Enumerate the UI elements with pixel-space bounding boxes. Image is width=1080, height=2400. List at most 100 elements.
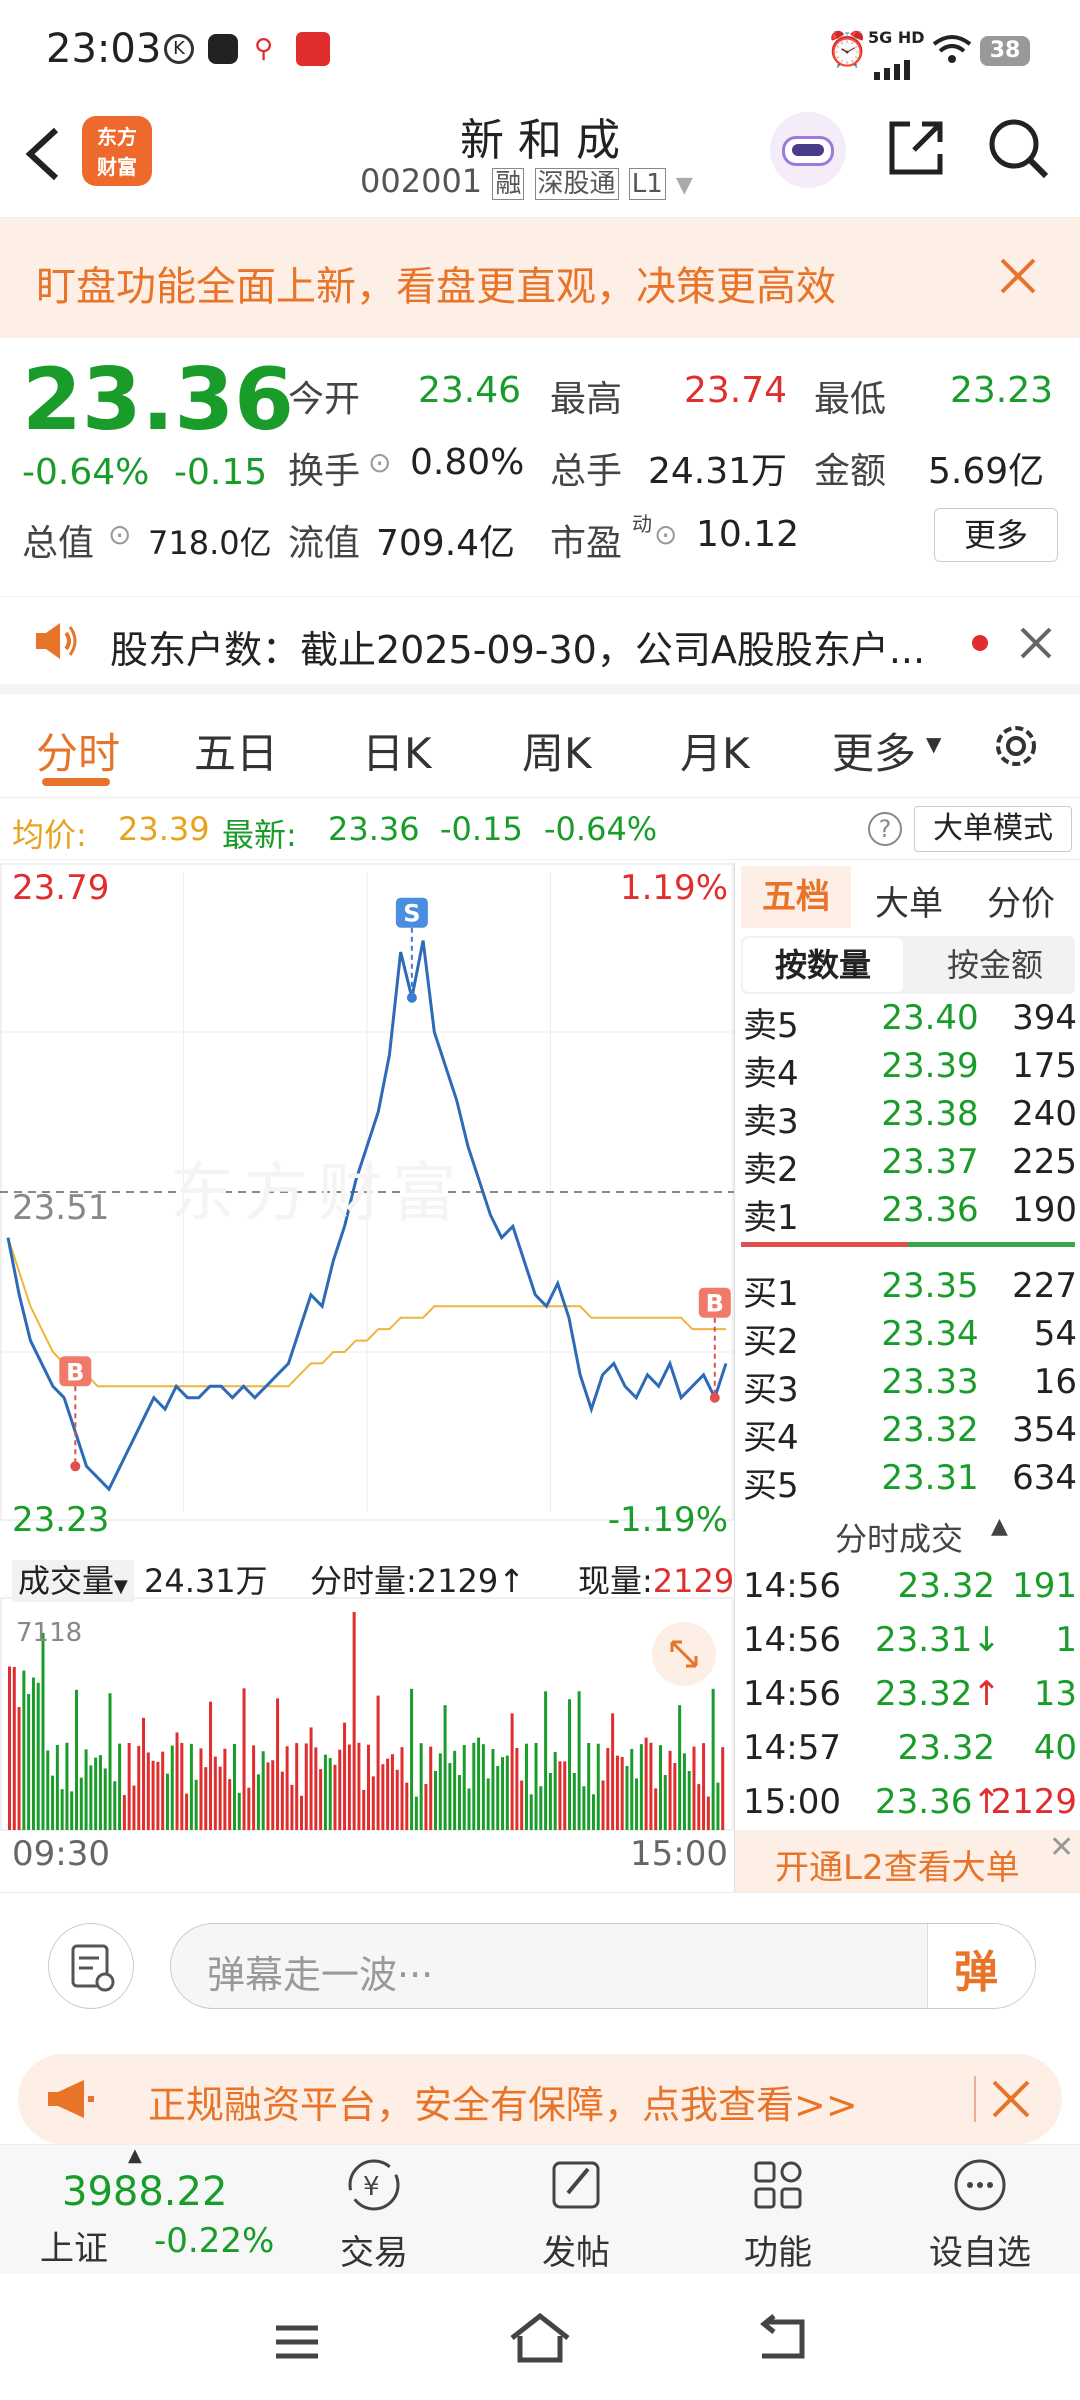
- location-icon: ⚲: [254, 34, 274, 64]
- big-order-mode-button[interactable]: 大单模式: [914, 806, 1072, 852]
- danmu-settings-icon[interactable]: [48, 1923, 134, 2009]
- tick-trades-title[interactable]: 分时成交: [835, 1514, 963, 1560]
- volume-bar: [142, 1717, 146, 1830]
- pe-info-icon[interactable]: ⊙: [654, 518, 677, 551]
- dropdown-icon[interactable]: ▼: [676, 173, 693, 198]
- volume-bar: [132, 1785, 136, 1830]
- tab-monthly-k[interactable]: 月K: [680, 720, 750, 781]
- bid-level-name: 买2: [743, 1322, 799, 1362]
- close-icon[interactable]: [996, 254, 1040, 302]
- home-icon[interactable]: [508, 2312, 572, 2368]
- ask-level-row[interactable]: 卖5 23.40 394: [735, 998, 1080, 1046]
- l2-close-icon[interactable]: ✕: [1049, 1830, 1074, 1865]
- danmu-send-button[interactable]: 弹: [927, 1924, 1035, 2008]
- volume-selector[interactable]: 成交量▼: [12, 1560, 134, 1602]
- volume-bar: [644, 1737, 648, 1830]
- x-axis-start: 09:30: [12, 1834, 110, 1874]
- tick-time: 15:00: [743, 1782, 841, 1822]
- ask-level-price: 23.38: [881, 1094, 979, 1134]
- search-icon[interactable]: [986, 116, 1052, 186]
- tab-intraday[interactable]: 分时: [36, 720, 120, 781]
- settings-gear-icon[interactable]: [988, 718, 1044, 778]
- volume-bar: [591, 1794, 595, 1830]
- bid-level-row[interactable]: 买3 23.33 16: [735, 1362, 1080, 1410]
- volume-bar: [491, 1749, 495, 1830]
- nav-trade[interactable]: ¥ 交易: [294, 2145, 454, 2275]
- promo-banner[interactable]: 正规融资平台，安全有保障，点我查看>>: [18, 2054, 1062, 2144]
- volume-bar: [218, 1766, 222, 1830]
- tick-trades-sort-icon[interactable]: ▲: [991, 1514, 1008, 1539]
- share-icon[interactable]: [884, 116, 948, 184]
- ask-level-row[interactable]: 卖1 23.36 190: [735, 1190, 1080, 1238]
- stock-name: 新 和 成: [460, 115, 620, 166]
- volume-bar: [630, 1749, 634, 1830]
- news-ticker[interactable]: 股东户数：截止2025-09-30，公司A股股东户...: [0, 596, 1080, 694]
- assistant-avatar[interactable]: [770, 112, 846, 188]
- volume-bar: [649, 1742, 653, 1830]
- volume-bar: [481, 1744, 485, 1830]
- danmu-input[interactable]: 弹幕走一波··· 弹: [170, 1923, 1036, 2009]
- mktcap-label: 总值: [22, 523, 95, 564]
- volume-bar: [510, 1713, 514, 1830]
- volume-bar: [611, 1713, 615, 1830]
- book-tab-five-levels[interactable]: 五档: [741, 866, 851, 928]
- tab-daily-k[interactable]: 日K: [362, 720, 432, 781]
- back-icon[interactable]: [20, 124, 64, 188]
- ask-level-row[interactable]: 卖3 23.38 240: [735, 1094, 1080, 1142]
- nav-functions[interactable]: 功能: [698, 2145, 858, 2275]
- notice-text: 盯盘功能全面上新，看盘更直观，决策更高效: [36, 264, 836, 310]
- volume-bar: [429, 1746, 433, 1830]
- chart-info-line: 均价: 23.39 最新: 23.36 -0.15 -0.64% ? 大单模式: [0, 798, 1080, 860]
- volume-bar: [8, 1666, 11, 1830]
- subtab-by-quantity[interactable]: 按数量: [743, 938, 903, 992]
- bid-level-row[interactable]: 买2 23.34 54: [735, 1314, 1080, 1362]
- bid-level-row[interactable]: 买4 23.32 354: [735, 1410, 1080, 1458]
- y-axis-top: 23.79: [12, 868, 110, 908]
- ask-level-volume: 190: [1012, 1190, 1077, 1230]
- index-change: -0.22%: [154, 2221, 275, 2261]
- book-tab-big-order[interactable]: 大单: [875, 876, 943, 925]
- volume-bar: [702, 1743, 706, 1830]
- feature-notice-banner[interactable]: 盯盘功能全面上新，看盘更直观，决策更高效: [0, 218, 1080, 338]
- tab-five-day[interactable]: 五日: [194, 720, 278, 781]
- tab-active-indicator: [42, 778, 110, 786]
- news-close-icon[interactable]: [1018, 625, 1054, 665]
- promo-close-icon[interactable]: [990, 2078, 1032, 2124]
- expand-icon[interactable]: [652, 1622, 716, 1686]
- nav-add-watchlist[interactable]: 设自选: [900, 2145, 1060, 2275]
- index-widget[interactable]: ▲ 3988.22 上证 -0.22%: [0, 2145, 300, 2275]
- volume-bar: [419, 1743, 423, 1830]
- book-tab-price-dist[interactable]: 分价: [987, 876, 1055, 925]
- help-icon[interactable]: ?: [868, 812, 902, 846]
- ask-level-row[interactable]: 卖2 23.37 225: [735, 1142, 1080, 1190]
- volume-bar: [328, 1758, 332, 1830]
- signal-icon: [872, 48, 924, 80]
- back-nav-icon[interactable]: [752, 2314, 810, 2368]
- volume-total: 24.31万: [144, 1562, 268, 1600]
- l2-upgrade-banner[interactable]: 开通L2查看大单 ✕: [735, 1830, 1080, 1892]
- speaker-icon: [32, 619, 80, 667]
- battery-icon: 38: [980, 36, 1030, 66]
- intraday-chart[interactable]: BSB 东方财富 23.79 1.19% 23.51 23.23 -1.19% …: [0, 862, 734, 1892]
- tab-more[interactable]: 更多: [832, 720, 916, 781]
- more-button[interactable]: 更多: [934, 508, 1058, 562]
- volume-bar: [711, 1688, 715, 1830]
- volume-bar: [673, 1763, 677, 1830]
- info-icon[interactable]: ⊙: [108, 518, 131, 551]
- float-label: 流值: [288, 523, 361, 564]
- volume-bar: [338, 1749, 342, 1830]
- subtab-by-amount[interactable]: 按金额: [915, 938, 1075, 992]
- volume-bar: [501, 1757, 505, 1830]
- bid-level-row[interactable]: 买1 23.35 227: [735, 1266, 1080, 1314]
- tick-volume-label: 分时量:: [310, 1562, 417, 1600]
- menu-icon[interactable]: [272, 2322, 322, 2366]
- change-value: -0.15: [174, 452, 268, 493]
- ask-level-row[interactable]: 卖4 23.39 175: [735, 1046, 1080, 1094]
- tab-weekly-k[interactable]: 周K: [522, 720, 592, 781]
- volume-bar: [84, 1749, 88, 1830]
- bid-level-row[interactable]: 买5 23.31 634: [735, 1458, 1080, 1506]
- turnover-info-icon[interactable]: ⊙: [368, 446, 391, 479]
- volume-bar: [276, 1698, 280, 1830]
- nav-post[interactable]: 发帖: [496, 2145, 656, 2275]
- ask-levels: 卖5 23.40 394 卖4 23.39 175 卖3 23.38 240 卖2 23.37 225…: [735, 998, 1080, 1238]
